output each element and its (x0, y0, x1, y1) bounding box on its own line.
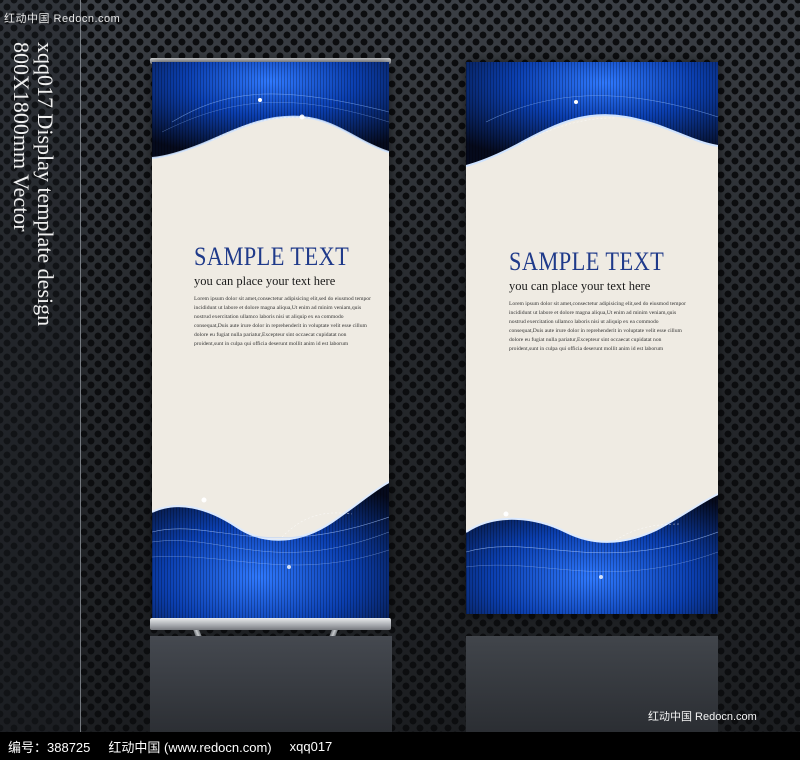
banner-body: Lorem ipsum dolor sit amet,consectetur a… (509, 300, 718, 354)
body-line: nostrud exercitation ullamco laboris nis… (509, 319, 659, 325)
banner-right-text: SAMPLE TEXT you can place your text here… (466, 247, 718, 354)
banner-right: SAMPLE TEXT you can place your text here… (466, 62, 718, 614)
vertical-divider (80, 0, 81, 732)
body-line: nostrud exercitation ullamco laboris nis… (194, 314, 344, 320)
vertical-title-line2: 800X1800mm Vector (9, 42, 34, 232)
banner-body: Lorem ipsum dolor sit amet,consectetur a… (194, 295, 389, 349)
watermark-top-left: 红动中国 Redocn.com (4, 13, 121, 25)
body-line: Lorem ipsum dolor sit amet,consectetur a… (509, 301, 686, 307)
footer-bar: 编号：388725 红动中国 (www.redocn.com) xqq017 (0, 732, 800, 760)
banner-left-text: SAMPLE TEXT you can place your text here… (152, 242, 389, 349)
body-line: dolore eu fugiat nulla pariatur,Excepteu… (194, 332, 347, 338)
banner-left: SAMPLE TEXT you can place your text here… (152, 62, 389, 618)
body-line: proident,sunt in culpa qui officia deser… (194, 341, 349, 347)
body-line: incididunt ut labore et dolore magna ali… (509, 310, 677, 316)
banner-title: SAMPLE TEXT (509, 247, 665, 276)
watermark-bottom-right: 红动中国 Redocn.com (648, 711, 757, 723)
body-line: consequat,Duis aute irure dolor in repre… (194, 323, 367, 329)
body-line: incididunt ut labore et dolore magna ali… (194, 305, 362, 311)
banner-subtitle: you can place your text here (194, 274, 336, 288)
footer-code: xqq017 (289, 738, 333, 754)
footer-id: 编号：388725 (8, 739, 91, 755)
banner-title: SAMPLE TEXT (194, 242, 350, 271)
body-line: proident,sunt in culpa qui officia deser… (509, 346, 664, 352)
body-line: consequat,Duis aute irure dolor in repre… (509, 328, 682, 334)
vertical-title-line1: xqq017 Display template design (33, 42, 58, 327)
body-line: Lorem ipsum dolor sit amet,consectetur a… (194, 296, 371, 302)
footer-site: 红动中国 (www.redocn.com) (108, 739, 272, 755)
banner-subtitle: you can place your text here (509, 279, 651, 293)
body-line: dolore eu fugiat nulla pariatur,Excepteu… (509, 337, 662, 343)
rollup-stand-base (150, 618, 391, 630)
banner-left-floor-shadow (150, 636, 392, 732)
